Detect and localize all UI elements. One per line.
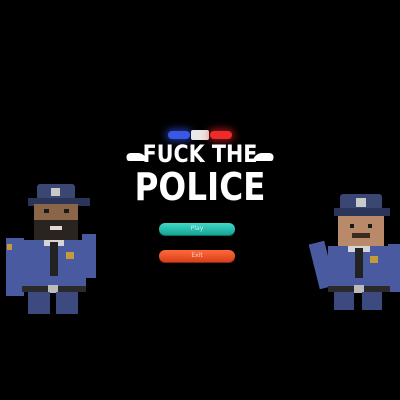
game-logo: FUCK THE POLICE: [118, 126, 282, 212]
police-siren-icon: [168, 130, 232, 140]
exit-button[interactable]: Exit: [159, 250, 235, 262]
police-officer-right-icon: [308, 192, 400, 314]
game-title-line2: POLICE: [134, 165, 266, 209]
game-title-line1: FUCK THE: [142, 140, 258, 168]
police-officer-left-icon: [0, 182, 100, 317]
play-button[interactable]: Play: [159, 223, 235, 235]
main-menu-screen: FUCK THE POLICE Play Exit: [0, 0, 400, 400]
